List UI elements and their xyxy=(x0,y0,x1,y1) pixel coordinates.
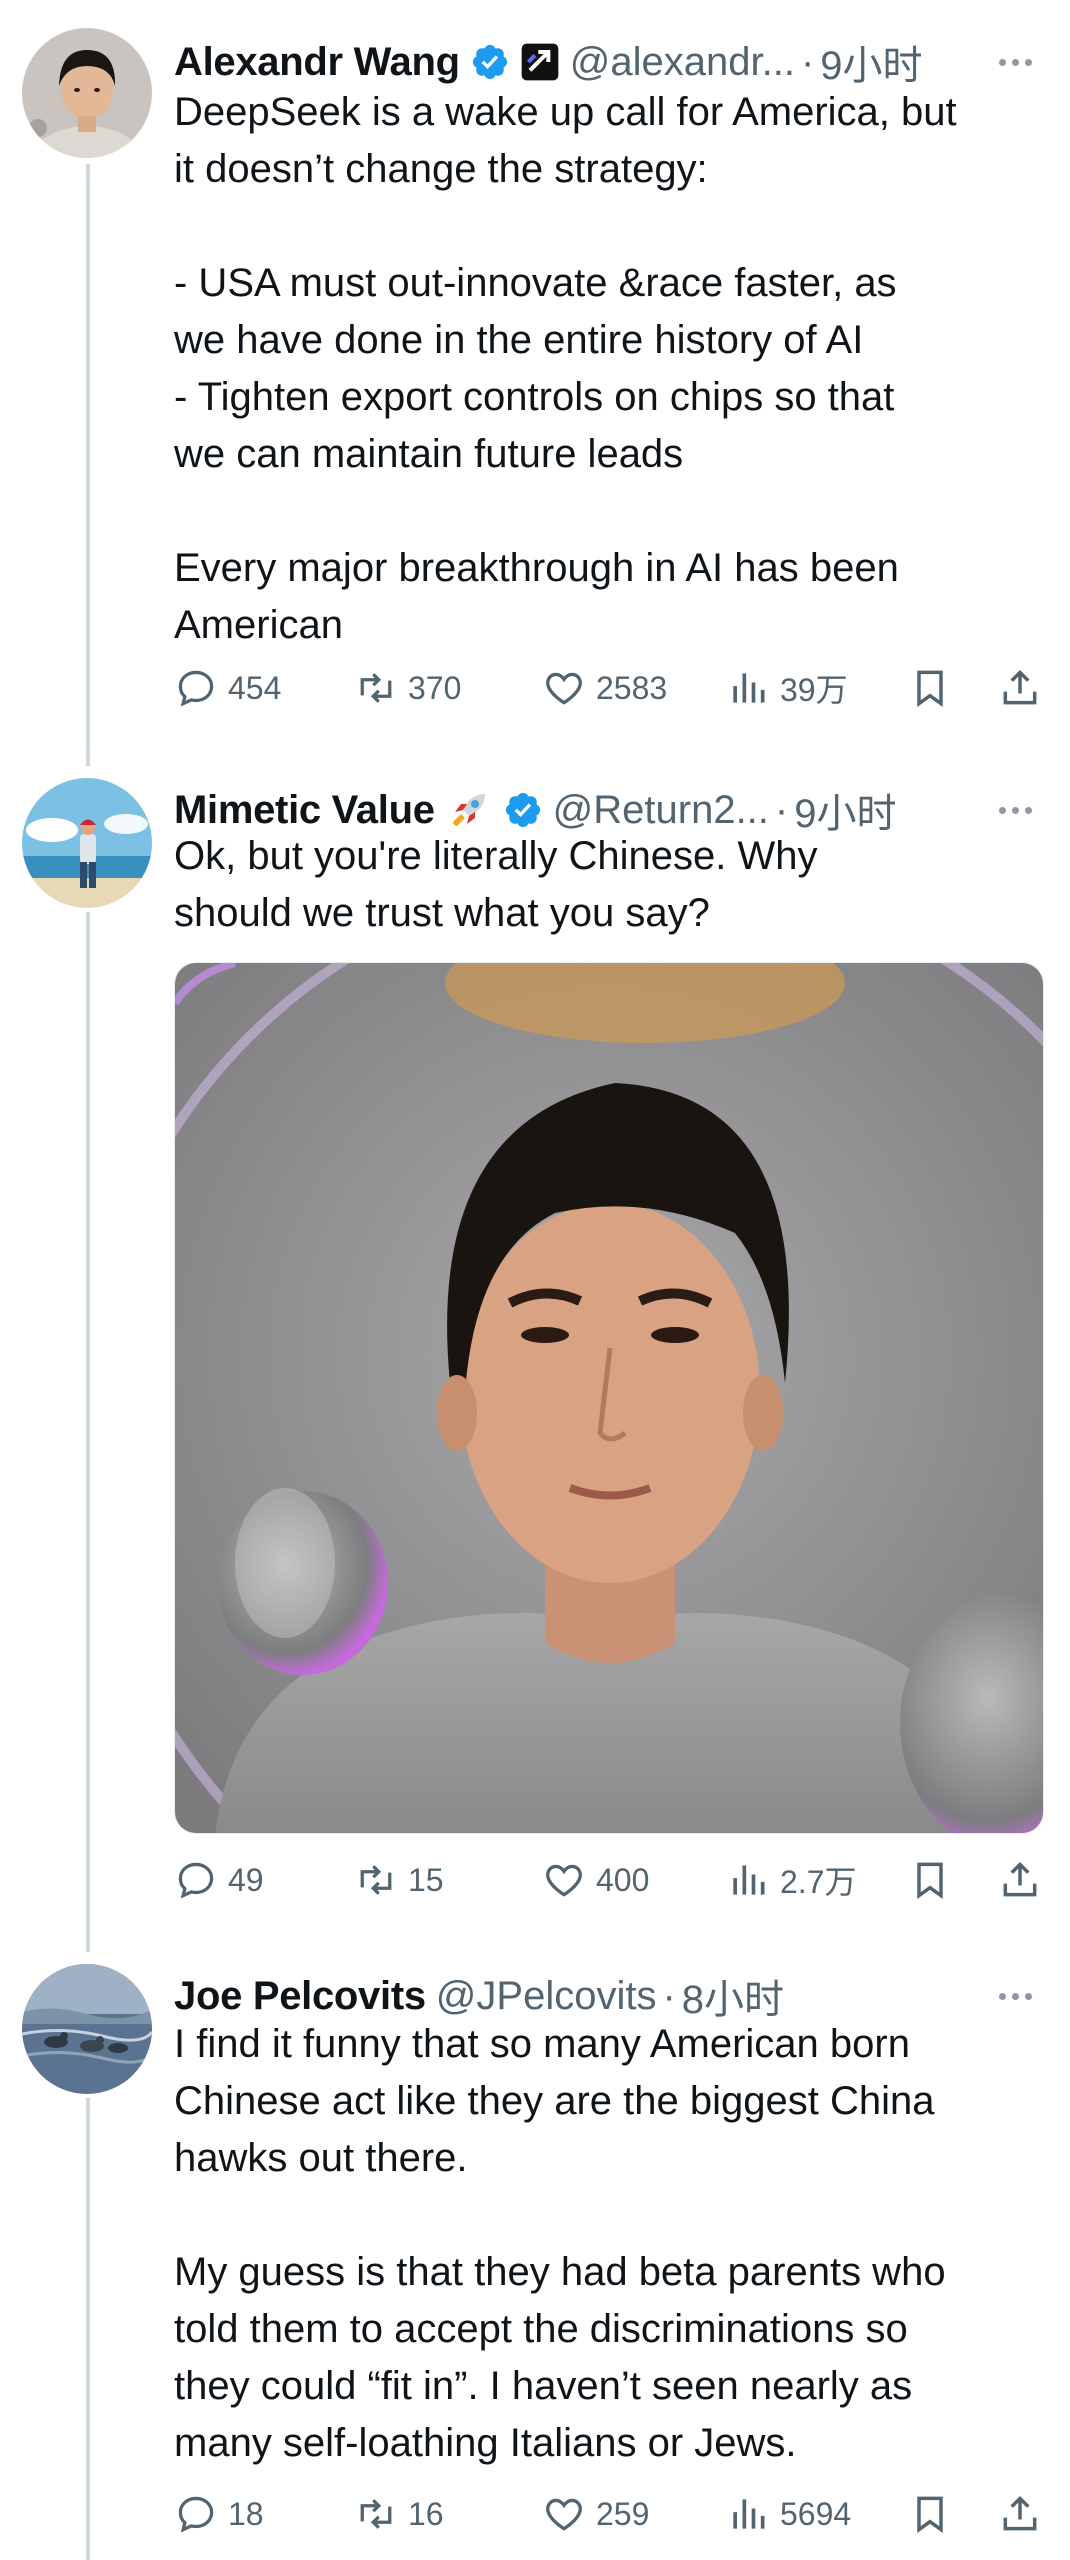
reply-button[interactable]: 18 xyxy=(174,2486,264,2542)
retweet-button[interactable]: 370 xyxy=(354,660,461,716)
share-button[interactable] xyxy=(998,2486,1042,2542)
more-options-icon[interactable] xyxy=(999,806,1040,814)
analytics-icon xyxy=(733,1865,765,1895)
more-options-icon[interactable] xyxy=(999,1992,1040,2000)
retweet-icon xyxy=(360,673,392,703)
author-name[interactable]: Joe Pelcovits xyxy=(174,1974,426,2019)
author-name[interactable]: Alexandr Wang xyxy=(174,40,460,85)
retweet-count: 15 xyxy=(408,1861,444,1898)
portrait-photo xyxy=(175,963,1043,1833)
retweet-count: 16 xyxy=(408,2495,444,2532)
bookmark-button[interactable] xyxy=(908,1852,952,1908)
views-button[interactable]: 39万 xyxy=(726,660,848,716)
view-count: 2.7万 xyxy=(780,1864,857,1900)
heart-icon xyxy=(546,2498,582,2531)
bookmark-icon xyxy=(917,2496,943,2533)
share-button[interactable] xyxy=(998,660,1042,716)
tweet-text: DeepSeek is a wake up call for America, … xyxy=(174,90,957,647)
share-icon xyxy=(1003,2495,1037,2531)
tweet-actions: 454 370 2583 39万 xyxy=(174,660,1044,716)
reply-icon xyxy=(178,2496,214,2533)
retweet-button[interactable]: 15 xyxy=(354,1852,444,1908)
verified-badge-icon xyxy=(472,44,507,80)
like-count: 2583 xyxy=(596,669,668,706)
reply-count: 18 xyxy=(228,2495,264,2532)
views-button[interactable]: 2.7万 xyxy=(726,1852,857,1908)
reply-button[interactable]: 454 xyxy=(174,660,281,716)
view-count: 5694 xyxy=(780,2495,852,2532)
like-count: 259 xyxy=(596,2495,650,2532)
rocket-icon xyxy=(452,794,485,826)
heart-icon xyxy=(546,672,582,705)
affiliation-badge-icon xyxy=(521,43,559,81)
separator-dot: · xyxy=(662,1973,676,2018)
retweet-icon xyxy=(360,2499,392,2529)
more-options-icon[interactable] xyxy=(999,58,1040,66)
author-handle[interactable]: @alexandr... xyxy=(570,40,795,85)
like-button[interactable]: 2583 xyxy=(542,660,667,716)
bookmark-icon xyxy=(917,1862,943,1899)
bookmark-button[interactable] xyxy=(908,2486,952,2542)
like-count: 400 xyxy=(596,1861,650,1898)
reply-icon xyxy=(178,1862,214,1899)
author-name[interactable]: Mimetic Value xyxy=(174,788,435,833)
reply-count: 454 xyxy=(228,669,282,706)
analytics-icon xyxy=(733,2499,765,2529)
like-button[interactable]: 259 xyxy=(542,2486,649,2542)
views-button[interactable]: 5694 xyxy=(726,2486,851,2542)
reply-count: 49 xyxy=(228,1861,264,1898)
avatar[interactable] xyxy=(22,778,152,908)
avatar[interactable] xyxy=(22,28,152,158)
bookmark-icon xyxy=(917,670,943,707)
reply-button[interactable]: 49 xyxy=(174,1852,264,1908)
retweet-icon xyxy=(360,1865,392,1895)
tweet-actions: 18 16 259 5694 xyxy=(174,2486,1044,2542)
tweet-text: I find it funny that so many American bo… xyxy=(174,2022,946,2465)
avatar[interactable] xyxy=(22,1964,152,2094)
bookmark-button[interactable] xyxy=(908,660,952,716)
retweet-count: 370 xyxy=(408,669,462,706)
tweet-actions: 49 15 400 2.7万 xyxy=(174,1852,1044,1908)
like-button[interactable]: 400 xyxy=(542,1852,649,1908)
retweet-button[interactable]: 16 xyxy=(354,2486,444,2542)
reply-icon xyxy=(178,670,214,707)
tweet-media-image[interactable] xyxy=(174,962,1044,1834)
share-icon xyxy=(1003,669,1037,705)
author-handle[interactable]: @Return2... xyxy=(553,788,769,833)
tweet[interactable]: Alexandr Wang @alexandr... · 9小时 DeepSee… xyxy=(0,20,1070,740)
verified-badge-icon xyxy=(505,792,540,828)
separator-dot: · xyxy=(774,787,789,832)
tweet-text: Ok, but you're literally Chinese. Why sh… xyxy=(174,834,818,935)
timestamp[interactable]: 9小时 xyxy=(820,33,922,91)
tweet[interactable]: Mimetic Value @Return2... · 9小时 Ok, but … xyxy=(0,770,1070,1920)
share-icon xyxy=(1003,1861,1037,1897)
separator-dot: · xyxy=(800,39,815,84)
view-count: 39万 xyxy=(780,672,848,708)
analytics-icon xyxy=(733,673,765,703)
author-handle[interactable]: @JPelcovits xyxy=(436,1974,657,2019)
share-button[interactable] xyxy=(998,1852,1042,1908)
heart-icon xyxy=(546,1864,582,1897)
tweet[interactable]: Joe Pelcovits @JPelcovits · 8小时 I find i… xyxy=(0,1960,1070,2560)
